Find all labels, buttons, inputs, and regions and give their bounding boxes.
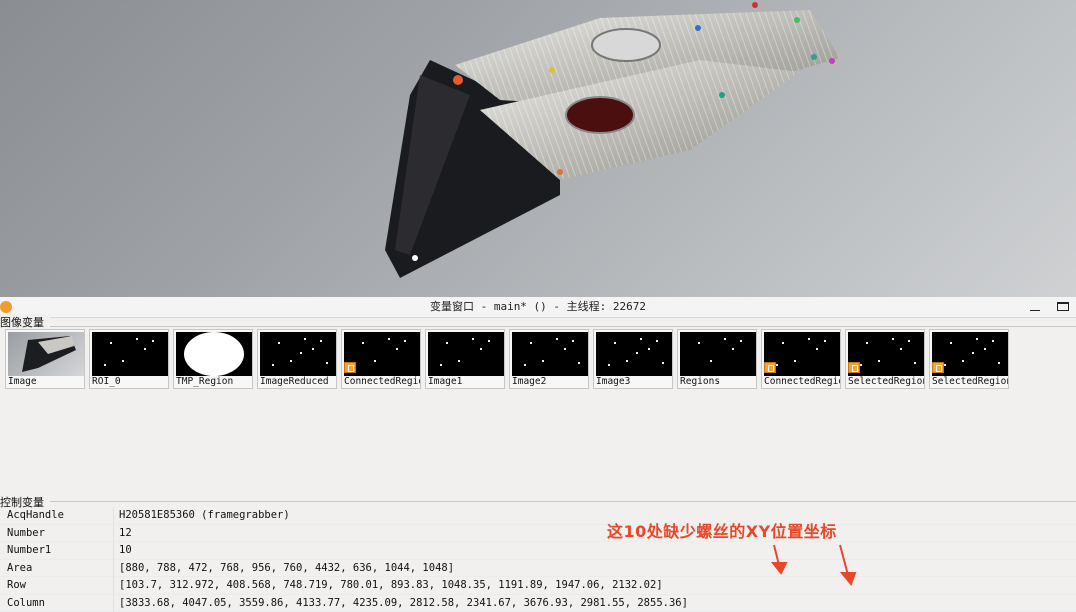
arrow-line (840, 545, 848, 575)
annotation-arrows (0, 0, 1076, 605)
arrow-head (773, 563, 786, 573)
arrow-head (842, 573, 855, 584)
